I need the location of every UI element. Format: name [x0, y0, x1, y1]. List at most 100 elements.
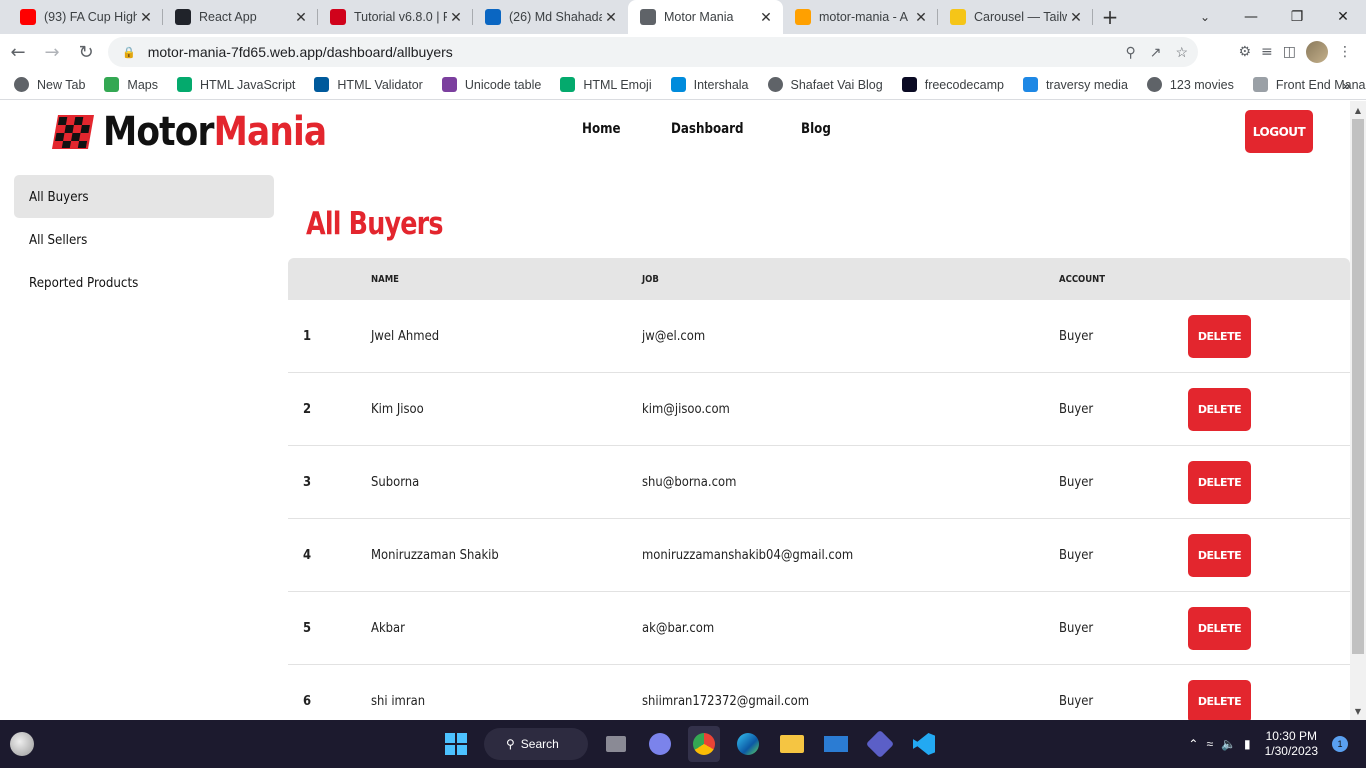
tab-list: (93) FA Cup Highl ✕ React App ✕ Tutorial v6.… [0, 0, 1093, 34]
browser-tab[interactable]: React App ✕ [163, 0, 318, 34]
row-number: 1 [303, 328, 312, 344]
side-panel-icon[interactable]: ◫ [1283, 44, 1296, 60]
windows-taskbar: ⚲ Search ⌃ ≈ 🔈 ▮ 10:30 PM 1/30/2023 1 [0, 720, 1366, 768]
close-tab-icon[interactable]: ✕ [912, 9, 930, 26]
close-tab-icon[interactable]: ✕ [292, 9, 310, 26]
logout-button[interactable]: LOGOUT [1245, 110, 1313, 153]
browser-tab[interactable]: Carousel — Tailw ✕ [938, 0, 1093, 34]
bookmark-item[interactable]: freecodecamp [901, 77, 1004, 92]
tab-title: (93) FA Cup Highl [44, 10, 137, 24]
delete-button[interactable]: DELETE [1188, 461, 1251, 504]
close-window-button[interactable]: ✕ [1320, 0, 1366, 34]
tab-title: React App [199, 10, 257, 24]
mail-icon[interactable] [820, 726, 852, 762]
sidebar-item-all-buyers[interactable]: All Buyers [14, 175, 274, 218]
close-tab-icon[interactable]: ✕ [602, 9, 620, 26]
sidebar-item-reported-products[interactable]: Reported Products [14, 261, 274, 304]
scroll-down-arrow-icon[interactable]: ▼ [1350, 704, 1366, 718]
menu-kebab-icon[interactable]: ⋮ [1338, 44, 1352, 60]
battery-icon[interactable]: ▮ [1244, 737, 1251, 751]
share-icon[interactable]: ↗ [1150, 44, 1162, 61]
delete-button[interactable]: DELETE [1188, 315, 1251, 358]
delete-button[interactable]: DELETE [1188, 607, 1251, 650]
bookmark-label: freecodecamp [924, 77, 1004, 92]
browser-tab[interactable]: Tutorial v6.8.0 | R ✕ [318, 0, 473, 34]
close-tab-icon[interactable]: ✕ [447, 9, 465, 26]
sidebar-item-all-sellers[interactable]: All Sellers [14, 218, 274, 261]
youtube-icon [20, 9, 36, 25]
volume-icon[interactable]: 🔈 [1221, 737, 1236, 751]
zoom-icon[interactable]: ⚲ [1125, 44, 1135, 61]
browser-tab[interactable]: motor-mania - A ✕ [783, 0, 938, 34]
delete-button[interactable]: DELETE [1188, 388, 1251, 431]
linkedin-icon [485, 9, 501, 25]
nav-blog[interactable]: Blog [801, 121, 831, 137]
wifi-icon[interactable]: ≈ [1206, 737, 1213, 751]
chrome-icon[interactable] [688, 726, 720, 762]
new-tab-button[interactable]: + [1093, 0, 1127, 34]
task-view-icon[interactable] [600, 726, 632, 762]
logo-text-motor: Motor [103, 109, 214, 155]
more-bookmarks-chevron-icon[interactable]: » [1342, 77, 1350, 93]
lock-icon[interactable]: 🔒 [122, 46, 136, 59]
url-text[interactable]: motor-mania-7fd65.web.app/dashboard/allb… [148, 44, 453, 60]
bookmark-item[interactable]: Intershala [670, 77, 749, 92]
reload-icon[interactable]: ↻ [70, 36, 102, 68]
table-row: 2 Kim Jisoo kim@jisoo.com Buyer DELETE [288, 373, 1350, 446]
bookmark-item[interactable]: Maps [104, 77, 158, 92]
vscode-icon[interactable] [908, 726, 940, 762]
profile-avatar[interactable] [1306, 41, 1328, 63]
bookmark-item[interactable]: Unicode table [441, 77, 541, 92]
daisyui-icon [950, 9, 966, 25]
bookmark-item[interactable]: 123 movies [1146, 77, 1234, 92]
bookmark-star-icon[interactable]: ☆ [1175, 44, 1188, 61]
globe-icon [767, 77, 783, 92]
tray-chevron-up-icon[interactable]: ⌃ [1188, 737, 1198, 751]
w3c-icon [314, 77, 330, 92]
bookmark-item[interactable]: New Tab [14, 77, 85, 92]
close-tab-icon[interactable]: ✕ [1067, 9, 1085, 26]
clock[interactable]: 10:30 PM 1/30/2023 [1265, 729, 1318, 759]
car-icon [640, 9, 656, 25]
close-tab-icon[interactable]: ✕ [757, 9, 775, 26]
extensions-puzzle-icon[interactable]: ⚙ [1238, 44, 1251, 60]
bookmark-item[interactable]: traversy media [1022, 77, 1128, 92]
power-automate-icon[interactable] [864, 726, 896, 762]
nav-home[interactable]: Home [582, 121, 621, 137]
site-logo[interactable]: MotorMania [50, 109, 363, 155]
bookmark-item[interactable]: HTML Validator [314, 77, 423, 92]
windows-start-icon[interactable] [440, 726, 472, 762]
reading-list-icon[interactable]: ≡ [1261, 44, 1273, 60]
nav-dashboard[interactable]: Dashboard [671, 121, 744, 137]
browser-tab[interactable]: (93) FA Cup Highl ✕ [8, 0, 163, 34]
buyer-name: Akbar [371, 620, 405, 636]
bookmark-item[interactable]: HTML Emoji [560, 77, 652, 92]
delete-button[interactable]: DELETE [1188, 680, 1251, 720]
restore-button[interactable]: ❐ [1274, 0, 1320, 34]
weather-icon[interactable] [10, 732, 34, 756]
w3schools-icon [177, 77, 192, 92]
notification-badge[interactable]: 1 [1332, 736, 1348, 752]
scrollbar-thumb[interactable] [1352, 119, 1364, 654]
buyers-table: NAME JOB ACCOUNT 1 Jwel Ahmed jw@el.com Buy… [288, 258, 1350, 720]
buyer-email: kim@jisoo.com [642, 401, 730, 417]
browser-tab[interactable]: (26) Md Shahada ✕ [473, 0, 628, 34]
delete-button[interactable]: DELETE [1188, 534, 1251, 577]
teams-chat-icon[interactable] [644, 726, 676, 762]
address-bar[interactable]: 🔒 motor-mania-7fd65.web.app/dashboard/al… [108, 37, 1198, 67]
file-explorer-icon[interactable] [776, 726, 808, 762]
page-scrollbar[interactable]: ▲ ▼ [1350, 101, 1366, 720]
edge-icon[interactable] [732, 726, 764, 762]
bookmark-label: Shafaet Vai Blog [790, 77, 883, 92]
column-header-account: ACCOUNT [1059, 274, 1106, 285]
taskbar-search[interactable]: ⚲ Search [484, 728, 588, 760]
close-tab-icon[interactable]: ✕ [137, 9, 155, 26]
browser-tab[interactable]: Motor Mania ✕ [628, 0, 783, 34]
forward-arrow-icon[interactable]: → [36, 36, 68, 68]
bookmark-item[interactable]: HTML JavaScript [177, 77, 295, 92]
scroll-up-arrow-icon[interactable]: ▲ [1350, 103, 1366, 117]
minimize-button[interactable]: — [1228, 0, 1274, 34]
bookmark-item[interactable]: Shafaet Vai Blog [767, 77, 883, 92]
tab-search-chevron-icon[interactable]: ⌄ [1190, 0, 1220, 34]
back-arrow-icon[interactable]: ← [2, 36, 34, 68]
